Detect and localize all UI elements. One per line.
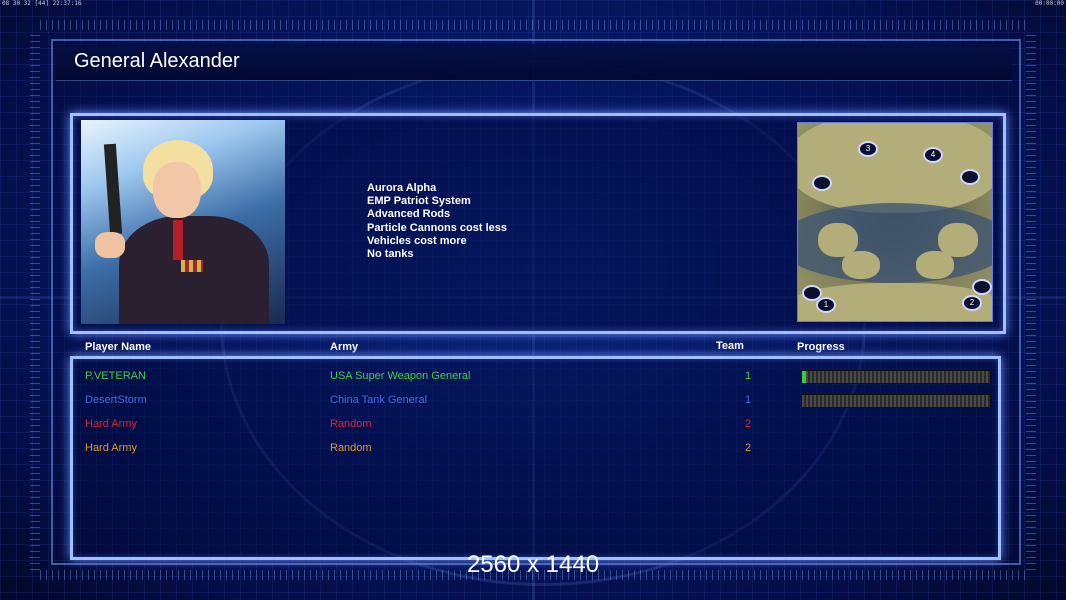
progress-fill — [802, 371, 806, 383]
players-table: P.VETERAN USA Super Weapon General 1 Des… — [70, 356, 1001, 560]
player-name: P.VETERAN — [85, 370, 146, 382]
portrait-tie — [173, 220, 183, 260]
column-header-progress: Progress — [797, 341, 845, 353]
player-row: Hard Army Random 2 — [73, 412, 998, 436]
ruler-left — [30, 30, 40, 570]
spawn-marker-2: 2 — [962, 295, 982, 311]
player-army: Random — [330, 418, 372, 430]
status-left: 08 30 32 [44] 22:37:16 — [2, 0, 82, 7]
player-name: Hard Army — [85, 418, 137, 430]
feature-item: No tanks — [367, 248, 414, 261]
feature-item: EMP Patriot System — [367, 195, 471, 208]
portrait-medals — [181, 260, 203, 272]
player-army: Random — [330, 442, 372, 454]
column-header-team: Team — [716, 340, 744, 352]
player-team: 2 — [745, 442, 752, 454]
player-team: 1 — [745, 370, 752, 382]
map-preview: 3 4 1 2 — [797, 122, 993, 322]
general-portrait — [81, 120, 285, 324]
portrait-hand — [95, 232, 125, 258]
resolution-label: 2560 x 1440 — [466, 551, 600, 578]
map-land-north — [798, 123, 992, 213]
player-row: DesertStorm China Tank General 1 — [73, 388, 998, 412]
player-team: 2 — [745, 418, 752, 430]
ruler-right — [1026, 30, 1036, 570]
feature-item: Aurora Alpha — [367, 182, 437, 194]
status-bar: 08 30 32 [44] 22:37:16 00:00:00 — [0, 0, 1066, 8]
player-army: USA Super Weapon General — [330, 370, 471, 382]
feature-item: Advanced Rods — [367, 208, 451, 221]
map-island — [916, 251, 954, 279]
player-name: Hard Army — [85, 442, 137, 454]
player-row: Hard Army Random 2 — [73, 436, 998, 460]
portrait-face — [153, 162, 201, 218]
progress-bar — [801, 394, 991, 408]
feature-item: Particle Cannons cost less — [367, 221, 507, 234]
player-army: China Tank General — [330, 394, 428, 406]
feature-item: Vehicles cost more — [367, 234, 467, 247]
status-right: 00:00:00 — [1035, 0, 1064, 7]
pistol-shape — [103, 143, 123, 235]
spawn-marker-1: 1 — [816, 297, 836, 313]
progress-bar — [801, 370, 991, 384]
spawn-marker-empty — [812, 175, 832, 191]
title-bar: General Alexander — [56, 44, 1012, 81]
spawn-marker-empty — [972, 279, 992, 295]
player-team: 1 — [745, 394, 752, 406]
spawn-marker-4: 4 — [923, 147, 943, 163]
player-name: DesertStorm — [85, 394, 147, 406]
general-features-list: Aurora Alpha EMP Patriot System Advanced… — [367, 182, 507, 261]
column-header-army: Army — [330, 341, 359, 353]
map-island — [842, 251, 880, 279]
spawn-marker-empty — [960, 169, 980, 185]
spawn-marker-3: 3 — [858, 141, 878, 157]
page-title: General Alexander — [74, 50, 240, 72]
player-row: P.VETERAN USA Super Weapon General 1 — [73, 364, 998, 388]
general-info-panel: Aurora Alpha EMP Patriot System Advanced… — [70, 113, 1006, 334]
column-header-player: Player Name — [85, 341, 152, 353]
ruler-top — [40, 20, 1026, 30]
